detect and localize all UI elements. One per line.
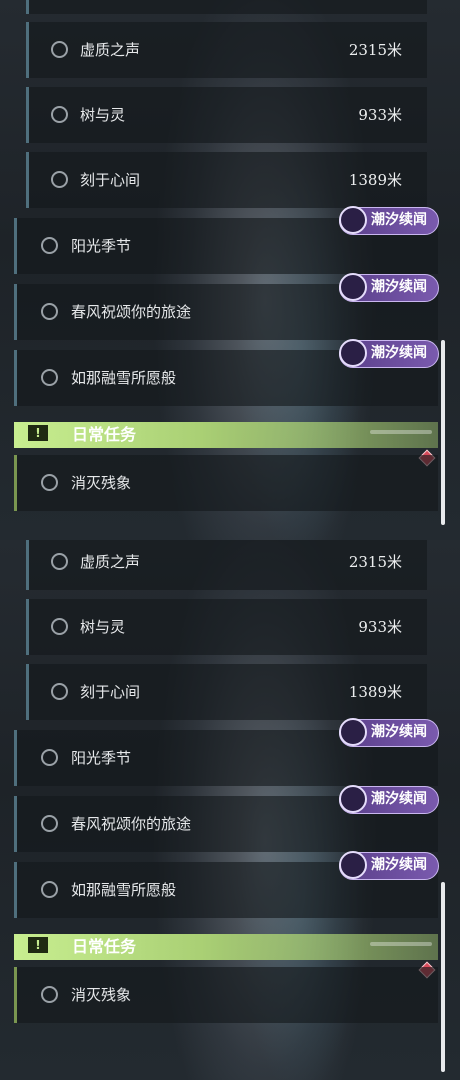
quest-distance: 2315米 [348,41,402,59]
tidal-swirl-icon [339,851,367,879]
badge-label: 潮汐续闻 [371,724,427,740]
quest-item-sub[interactable]: 树与灵 933米 [26,599,427,655]
quest-title: 如那融雪所愿般 [71,881,177,899]
quest-status-circle-icon [41,881,58,898]
quest-status-circle-icon [41,749,58,766]
tidal-tale-badge: 潮汐续闻 [339,785,439,814]
badge-label: 潮汐续闻 [371,345,427,361]
quest-distance: 933米 [358,106,402,124]
exclamation-box-icon: ! [28,425,48,441]
quest-status-circle-icon [51,683,68,700]
badge-label: 潮汐续闻 [371,857,427,873]
tidal-tale-badge: 潮汐续闻 [339,273,439,302]
quest-status-circle-icon [51,171,68,188]
quest-distance: 2315米 [348,553,402,571]
category-title: 日常任务 [72,937,137,956]
quest-title: 如那融雪所愿般 [71,369,177,387]
quest-status-circle-icon [41,986,58,1003]
tidal-swirl-icon [339,718,367,746]
quest-title: 虚质之声 [80,553,141,571]
tidal-swirl-icon [339,339,367,367]
quest-title: 阳光季节 [71,237,132,255]
quest-title: 树与灵 [80,106,126,124]
quest-row-fragment [26,0,427,14]
exclamation-box-icon: ! [28,937,48,953]
quest-status-circle-icon [51,553,68,570]
category-header-daily[interactable]: ! 日常任务 [14,934,438,960]
quest-title: 春风祝颂你的旅途 [71,303,192,321]
quest-item-sub[interactable]: 树与灵 933米 [26,87,427,143]
quest-distance: 933米 [358,618,402,636]
quest-status-circle-icon [41,237,58,254]
quest-item-sub[interactable]: 刻于心间 1389米 [26,152,427,208]
category-hint-line [370,942,432,946]
quest-title: 虚质之声 [80,41,141,59]
quest-status-circle-icon [41,815,58,832]
category-header-daily[interactable]: ! 日常任务 [14,422,438,448]
scrollbar-thumb[interactable] [441,882,445,1072]
tidal-tale-badge: 潮汐续闻 [339,339,439,368]
quest-status-circle-icon [51,618,68,635]
quest-status-circle-icon [51,106,68,123]
badge-label: 潮汐续闻 [371,212,427,228]
quest-title: 消灭残象 [71,986,132,1004]
tidal-tale-badge: 潮汐续闻 [339,206,439,235]
quest-distance: 1389米 [348,171,402,189]
badge-label: 潮汐续闻 [371,791,427,807]
quest-status-circle-icon [41,369,58,386]
quest-item-sub[interactable]: 刻于心间 1389米 [26,664,427,720]
tidal-swirl-icon [339,206,367,234]
quest-title: 刻于心间 [80,683,141,701]
quest-item-daily[interactable]: 消灭残象 [14,455,438,511]
badge-label: 潮汐续闻 [371,279,427,295]
quest-status-circle-icon [41,303,58,320]
quest-item-sub[interactable]: 虚质之声 2315米 [26,540,427,590]
tidal-swirl-icon [339,785,367,813]
category-title: 日常任务 [72,425,137,444]
quest-status-circle-icon [51,41,68,58]
tidal-swirl-icon [339,273,367,301]
quest-distance: 1389米 [348,683,402,701]
quest-panel-1: 虚质之声 2315米 树与灵 933米 刻于心间 1389米 阳光季节 潮汐续闻… [0,0,460,540]
quest-title: 消灭残象 [71,474,132,492]
quest-title: 阳光季节 [71,749,132,767]
tidal-tale-badge: 潮汐续闻 [339,718,439,747]
category-hint-line [370,430,432,434]
quest-panel-2: 虚质之声 2315米 树与灵 933米 刻于心间 1389米 阳光季节 潮汐续闻… [0,540,460,1080]
quest-title: 春风祝颂你的旅途 [71,815,192,833]
quest-title: 刻于心间 [80,171,141,189]
quest-status-circle-icon [41,474,58,491]
quest-item-sub[interactable]: 虚质之声 2315米 [26,22,427,78]
scrollbar-thumb[interactable] [441,340,445,525]
quest-item-daily[interactable]: 消灭残象 [14,967,438,1023]
quest-title: 树与灵 [80,618,126,636]
tidal-tale-badge: 潮汐续闻 [339,851,439,880]
